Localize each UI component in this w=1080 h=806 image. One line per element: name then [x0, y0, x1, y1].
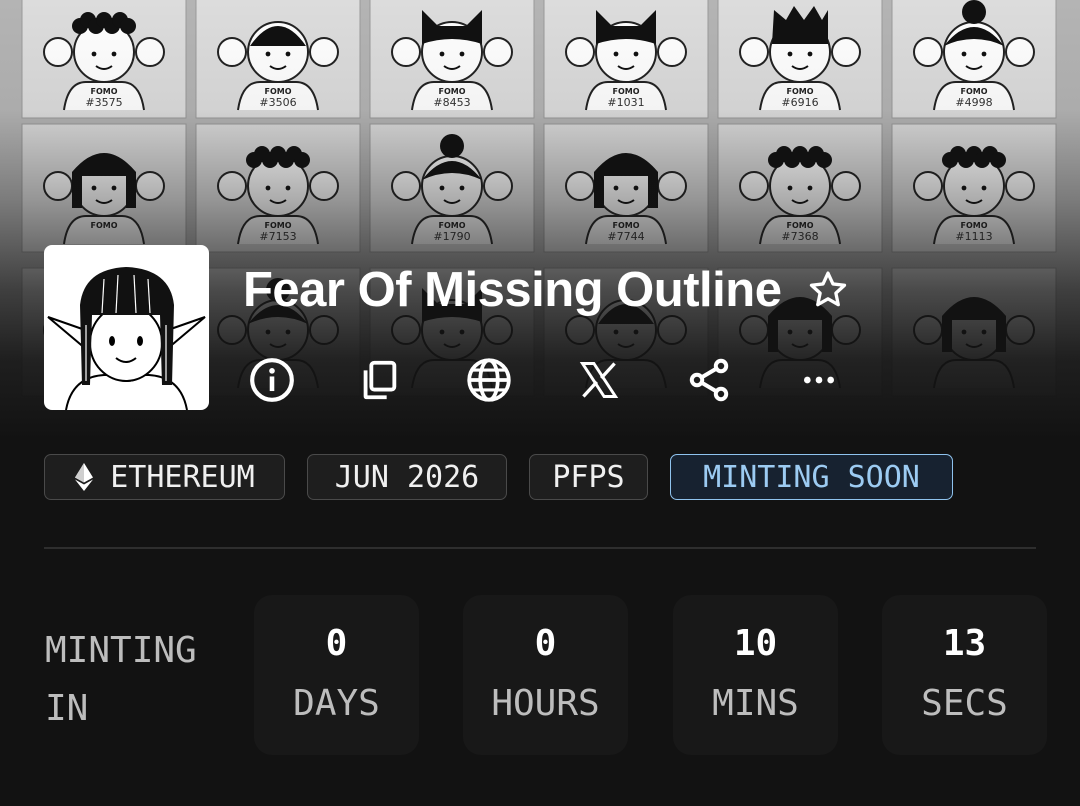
status-tag[interactable]: MINTING SOON — [670, 454, 953, 500]
status-tag-label: MINTING SOON — [703, 459, 920, 495]
category-tag-label: PFPS — [552, 459, 625, 495]
countdown-hours-value: 0 — [534, 623, 557, 664]
chain-tag[interactable]: ETHEREUM — [44, 454, 285, 500]
date-tag-label: JUN 2026 — [334, 459, 480, 495]
countdown-days-value: 0 — [325, 623, 348, 664]
more-icon[interactable] — [791, 352, 847, 408]
countdown-hours: 0 HOURS — [463, 595, 628, 755]
collection-avatar — [44, 245, 209, 410]
date-tag[interactable]: JUN 2026 — [307, 454, 507, 500]
countdown-label-line2: IN — [45, 688, 89, 729]
countdown-days: 0 DAYS — [254, 595, 419, 755]
countdown-days-unit: DAYS — [293, 683, 380, 724]
countdown-label-line1: MINTING — [45, 630, 197, 671]
countdown-mins-value: 10 — [733, 623, 778, 664]
ethereum-icon — [75, 463, 94, 491]
share-icon[interactable] — [681, 352, 737, 408]
title-row: Fear Of Missing Outline — [243, 258, 853, 322]
countdown-mins-unit: MINS — [712, 683, 799, 724]
info-icon[interactable] — [244, 352, 300, 408]
section-divider — [44, 547, 1036, 549]
countdown-label: MINTING IN — [45, 622, 245, 738]
collection-title: Fear Of Missing Outline — [243, 263, 782, 317]
countdown-secs-unit: SECS — [921, 683, 1008, 724]
favorite-star-icon[interactable] — [803, 265, 853, 315]
x-icon[interactable] — [571, 352, 627, 408]
countdown-secs-value: 13 — [942, 623, 987, 664]
countdown-secs: 13 SECS — [882, 595, 1047, 755]
copy-icon[interactable] — [351, 352, 407, 408]
countdown-mins: 10 MINS — [673, 595, 838, 755]
chain-tag-label: ETHEREUM — [110, 459, 255, 495]
countdown-hours-unit: HOURS — [491, 683, 600, 724]
category-tag[interactable]: PFPS — [529, 454, 648, 500]
globe-icon[interactable] — [461, 352, 517, 408]
